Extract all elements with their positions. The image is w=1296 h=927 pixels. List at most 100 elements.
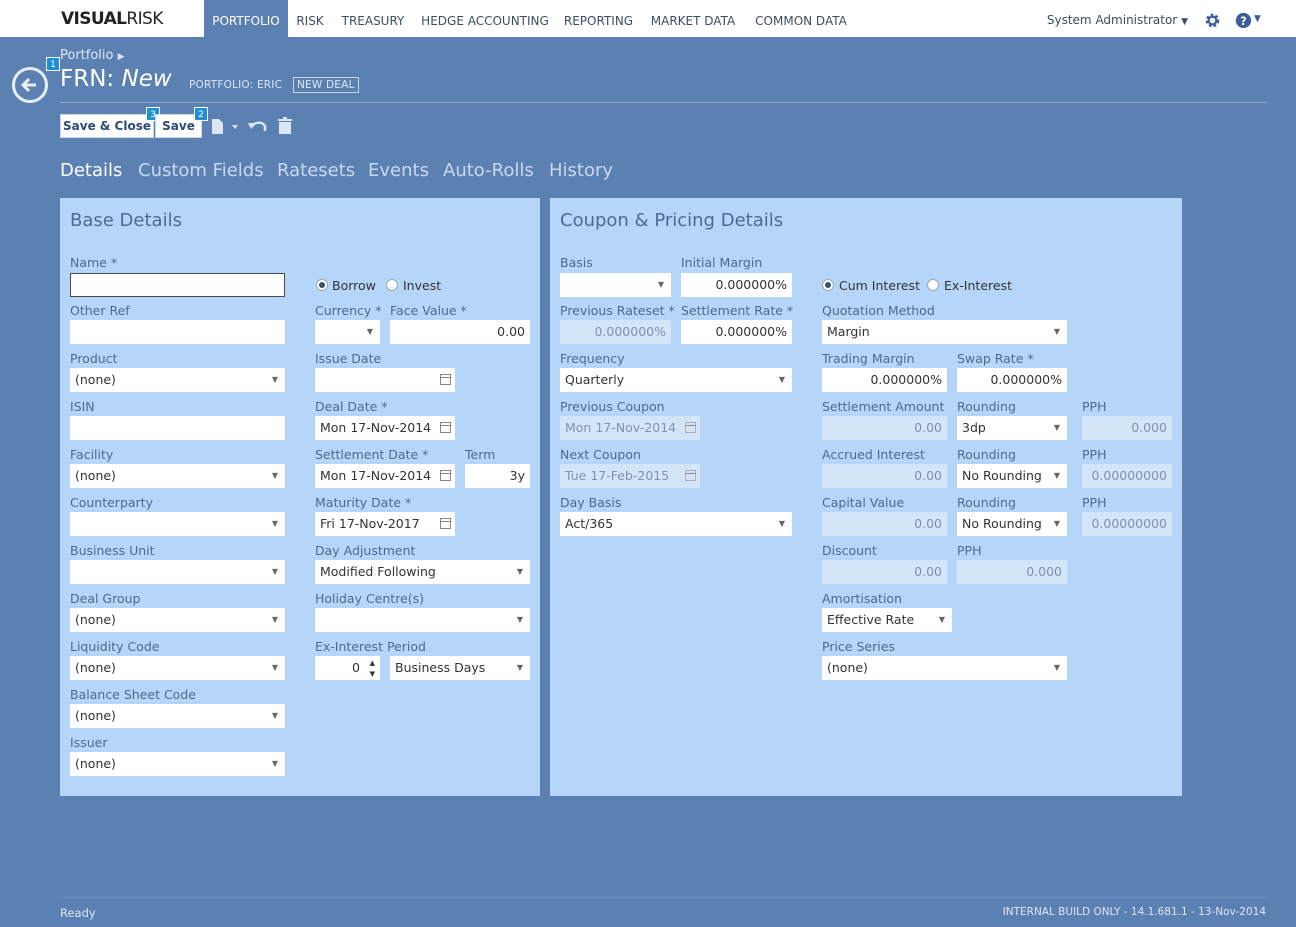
user-name: System Administrator xyxy=(1046,13,1178,27)
settlement-date-label: Settlement Date * xyxy=(315,447,429,462)
tab-history[interactable]: History xyxy=(549,160,613,181)
balance-sheet-code-select[interactable]: (none) ▼ xyxy=(70,704,285,728)
calendar-icon[interactable] xyxy=(440,470,451,481)
chevron-down-icon: ▼ xyxy=(1053,519,1060,528)
help-icon[interactable]: ? xyxy=(1235,12,1252,29)
ex-interest-unit-select[interactable]: Business Days ▼ xyxy=(390,656,530,680)
tab-details[interactable]: Details xyxy=(60,160,122,181)
business-unit-select[interactable]: ▼ xyxy=(70,560,285,584)
day-adjustment-select[interactable]: Modified Following ▼ xyxy=(315,560,530,584)
holiday-centre-select[interactable]: ▼ xyxy=(315,608,530,632)
prev-rateset-input[interactable]: 0.000000% xyxy=(560,320,671,344)
deal-group-select[interactable]: (none) ▼ xyxy=(70,608,285,632)
trading-margin-label: Trading Margin xyxy=(822,351,915,366)
rounding-select[interactable]: 3dp ▼ xyxy=(957,416,1067,440)
chevron-down-icon: ▼ xyxy=(1053,327,1060,336)
pph-input[interactable]: 0.00000000 xyxy=(1082,464,1172,488)
document-icon xyxy=(212,119,238,134)
chevron-down-icon: ▼ xyxy=(938,615,945,624)
issuer-select[interactable]: (none) ▼ xyxy=(70,752,285,776)
capital-value-input[interactable]: 0.00 xyxy=(822,512,947,536)
counterparty-select[interactable]: ▼ xyxy=(70,512,285,536)
settlement-date-input[interactable]: Mon 17-Nov-2014 xyxy=(315,464,455,488)
other-ref-input[interactable] xyxy=(70,320,285,344)
settlement-rate-input[interactable]: 0.000000% xyxy=(681,320,792,344)
nav-market-data[interactable]: MARKET DATA xyxy=(646,0,740,37)
accrued-interest-input[interactable]: 0.00 xyxy=(822,464,947,488)
next-coupon-label: Next Coupon xyxy=(560,447,641,462)
tab-custom-fields[interactable]: Custom Fields xyxy=(138,160,264,181)
trading-margin-input[interactable]: 0.000000% xyxy=(822,368,947,392)
nav-hedge-accounting[interactable]: HEDGE ACCOUNTING xyxy=(418,0,552,37)
ex-interest-period-stepper[interactable]: 0 ▲ ▼ xyxy=(315,656,380,680)
stepper-arrows-icon[interactable]: ▲ ▼ xyxy=(370,656,375,680)
undo-icon xyxy=(248,121,267,131)
accrued-interest-label: Accrued Interest xyxy=(822,447,925,462)
rounding-select[interactable]: No Rounding ▼ xyxy=(957,512,1067,536)
back-button[interactable] xyxy=(12,67,48,103)
maturity-date-input[interactable]: Fri 17-Nov-2017 xyxy=(315,512,455,536)
initial-margin-label: Initial Margin xyxy=(681,255,763,270)
amortisation-select[interactable]: Effective Rate ▼ xyxy=(822,608,952,632)
tab-ratesets[interactable]: Ratesets xyxy=(277,160,355,181)
nav-common-data[interactable]: COMMON DATA xyxy=(749,0,853,37)
pph-input[interactable]: 0.000 xyxy=(957,560,1067,584)
status-divider xyxy=(60,897,1267,898)
new-document-button[interactable] xyxy=(208,114,242,138)
prev-coupon-input[interactable]: Mon 17-Nov-2014 xyxy=(560,416,700,440)
liquidity-code-select[interactable]: (none) ▼ xyxy=(70,656,285,680)
chevron-down-icon[interactable]: ▼ xyxy=(1254,14,1261,24)
facility-select[interactable]: (none) ▼ xyxy=(70,464,285,488)
cum-interest-radio[interactable] xyxy=(822,279,834,291)
pph-input[interactable]: 0.00000000 xyxy=(1082,512,1172,536)
ex-interest-radio[interactable] xyxy=(927,279,939,291)
borrow-radio[interactable] xyxy=(316,279,328,291)
nav-treasury[interactable]: TREASURY xyxy=(337,0,409,37)
chevron-down-icon: ▼ xyxy=(271,663,278,672)
delete-button[interactable] xyxy=(273,114,297,138)
nav-risk[interactable]: RISK xyxy=(292,0,328,37)
term-label: Term xyxy=(465,447,496,462)
swap-rate-input[interactable]: 0.000000% xyxy=(957,368,1067,392)
tab-auto-rolls[interactable]: Auto-Rolls xyxy=(443,160,534,181)
quotation-method-select[interactable]: Margin ▼ xyxy=(822,320,1067,344)
chevron-down-icon: ▼ xyxy=(271,567,278,576)
build-info: INTERNAL BUILD ONLY - 14.1.681.1 - 13-No… xyxy=(1002,906,1266,918)
basis-select[interactable]: ▼ xyxy=(560,273,671,297)
breadcrumb[interactable]: Portfolio ▶ xyxy=(60,48,125,63)
calendar-icon[interactable] xyxy=(440,422,451,433)
rounding-select[interactable]: No Rounding ▼ xyxy=(957,464,1067,488)
chevron-down-icon: ▼ xyxy=(1053,423,1060,432)
gear-icon[interactable] xyxy=(1204,12,1221,29)
settlement-rate-label: Settlement Rate * xyxy=(681,303,794,318)
currency-label: Currency * xyxy=(315,303,382,318)
settlement-amount-input[interactable]: 0.00 xyxy=(822,416,947,440)
deal-date-input[interactable]: Mon 17-Nov-2014 xyxy=(315,416,455,440)
frequency-select[interactable]: Quarterly ▼ xyxy=(560,368,792,392)
issue-date-input[interactable] xyxy=(315,368,455,392)
user-menu[interactable]: System Administrator ▼ xyxy=(1047,13,1188,27)
invest-radio[interactable] xyxy=(386,279,398,291)
currency-select[interactable]: ▼ xyxy=(315,320,380,344)
chevron-down-icon: ▼ xyxy=(271,615,278,624)
nav-portfolio[interactable]: PORTFOLIO xyxy=(204,0,288,37)
tab-events[interactable]: Events xyxy=(368,160,429,181)
chevron-down-icon: ▼ xyxy=(778,519,785,528)
undo-button[interactable] xyxy=(246,114,270,138)
calendar-icon[interactable] xyxy=(440,518,451,529)
name-input[interactable] xyxy=(70,273,285,297)
initial-margin-input[interactable]: 0.000000% xyxy=(681,273,792,297)
calendar-icon[interactable] xyxy=(440,374,451,385)
pph-input[interactable]: 0.000 xyxy=(1082,416,1172,440)
day-basis-select[interactable]: Act/365 ▼ xyxy=(560,512,792,536)
discount-input[interactable]: 0.00 xyxy=(822,560,947,584)
product-select[interactable]: (none) ▼ xyxy=(70,368,285,392)
term-input[interactable]: 3y xyxy=(465,464,530,488)
price-series-select[interactable]: (none) ▼ xyxy=(822,656,1067,680)
nav-reporting[interactable]: REPORTING xyxy=(560,0,637,37)
save-close-button[interactable]: Save & Close xyxy=(60,114,154,138)
face-value-input[interactable]: 0.00 xyxy=(390,320,530,344)
coupon-pricing-panel: Coupon & Pricing Details Basis ▼ Initial… xyxy=(550,198,1182,796)
isin-input[interactable] xyxy=(70,416,285,440)
next-coupon-input[interactable]: Tue 17-Feb-2015 xyxy=(560,464,700,488)
